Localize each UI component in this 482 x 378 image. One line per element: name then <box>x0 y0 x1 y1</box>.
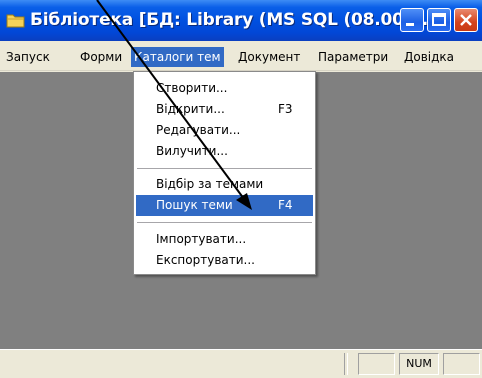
app-window: Бібліотека [БД: Library (MS SQL (08.00.0… <box>0 0 482 378</box>
menu-item-label: Відкрити... <box>156 102 225 116</box>
menu-item-label: Створити... <box>156 81 228 95</box>
menu-item-label: Вилучити... <box>156 144 228 158</box>
status-panel-num: NUM <box>399 353 439 375</box>
menu-item-export[interactable]: Експортувати... <box>136 250 313 271</box>
status-panel-scroll <box>443 353 480 375</box>
menu-item-label: Імпортувати... <box>156 232 247 246</box>
menu-formy[interactable]: Форми <box>77 47 125 67</box>
menu-item-label: Експортувати... <box>156 253 255 267</box>
minimize-button[interactable] <box>400 8 424 32</box>
close-icon <box>455 14 477 34</box>
menu-item-edit[interactable]: Редагувати... <box>136 120 313 141</box>
status-bar: NUM <box>0 349 482 378</box>
close-button[interactable] <box>454 8 478 32</box>
maximize-icon <box>428 13 450 34</box>
status-separator <box>344 353 348 375</box>
menu-item-delete[interactable]: Вилучити... <box>136 141 313 162</box>
maximize-button[interactable] <box>427 8 451 32</box>
minimize-icon <box>401 20 423 34</box>
catalog-menu-dropdown: Створити... Відкрити... F3 Редагувати...… <box>133 71 316 275</box>
menu-item-label: Пошук теми <box>156 198 233 212</box>
title-bar[interactable]: Бібліотека [БД: Library (MS SQL (08.00.0… <box>0 0 482 41</box>
folder-icon <box>6 12 26 28</box>
menu-zapusk[interactable]: Запуск <box>3 47 53 67</box>
menu-parametry[interactable]: Параметри <box>315 47 391 67</box>
menu-item-open[interactable]: Відкрити... F3 <box>136 99 313 120</box>
menu-item-import[interactable]: Імпортувати... <box>136 229 313 250</box>
menu-dokument[interactable]: Документ <box>235 47 303 67</box>
menu-item-label: Редагувати... <box>156 123 241 137</box>
menu-item-shortcut: F3 <box>278 102 293 116</box>
menu-bar: Запуск Форми Каталоги тем Документ Парам… <box>0 41 482 71</box>
menu-separator <box>137 168 312 169</box>
menu-item-create[interactable]: Створити... <box>136 78 313 99</box>
menu-dovidka[interactable]: Довідка <box>401 47 457 67</box>
status-panel-caps <box>358 353 395 375</box>
menu-item-search-topic[interactable]: Пошук теми F4 <box>136 195 313 216</box>
window-title: Бібліотека [БД: Library (MS SQL (08.00.0… <box>30 10 441 30</box>
menu-separator <box>137 222 312 223</box>
menu-kataloh-tem[interactable]: Каталоги тем <box>131 47 224 67</box>
menu-item-filter-by-topics[interactable]: Відбір за темами <box>136 174 313 195</box>
menu-item-shortcut: F4 <box>278 198 293 212</box>
menu-item-label: Відбір за темами <box>156 177 264 191</box>
